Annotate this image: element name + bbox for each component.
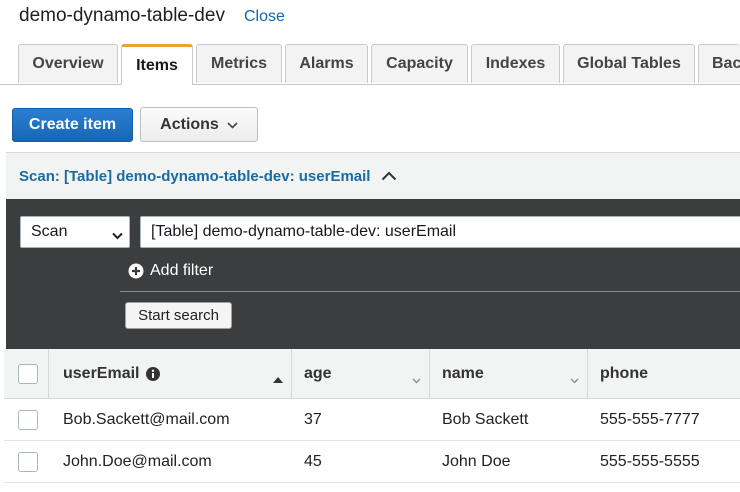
row-checkbox[interactable] xyxy=(18,409,38,430)
column-header-age[interactable]: age xyxy=(304,349,429,398)
table-header-row: userEmail age name phone xyxy=(4,349,740,399)
tab-metrics[interactable]: Metrics xyxy=(196,44,282,83)
chevron-up-icon xyxy=(381,171,397,181)
tab-capacity[interactable]: Capacity xyxy=(371,44,468,83)
actions-button[interactable]: Actions xyxy=(140,107,258,142)
scan-target-value: [Table] demo-dynamo-table-dev: userEmail xyxy=(151,223,457,240)
tab-items[interactable]: Items xyxy=(121,44,193,85)
cell-useremail[interactable]: Bob.Sackett@mail.com xyxy=(63,399,291,440)
scan-title: Scan: [Table] demo-dynamo-table-dev: use… xyxy=(19,167,371,185)
create-item-label: Create item xyxy=(28,116,117,133)
close-link[interactable]: Close xyxy=(244,8,285,26)
chevron-down-icon xyxy=(112,227,123,245)
tab-bar: Overview Items Metrics Alarms Capacity I… xyxy=(0,44,740,85)
column-divider xyxy=(291,349,292,399)
select-all-checkbox[interactable] xyxy=(18,363,38,384)
table-row[interactable]: Bob.Sackett@mail.com 37 Bob Sackett 555-… xyxy=(4,399,740,441)
row-checkbox[interactable] xyxy=(18,451,38,472)
cell-phone: 555-555-5555 xyxy=(600,452,700,470)
column-header-name[interactable]: name xyxy=(442,349,587,398)
info-icon[interactable] xyxy=(146,366,161,381)
scan-target-select[interactable]: [Table] demo-dynamo-table-dev: userEmail xyxy=(140,216,740,248)
select-all-cell xyxy=(18,349,42,398)
start-search-button[interactable]: Start search xyxy=(125,302,232,329)
sort-chevron-icon xyxy=(412,371,421,389)
chevron-down-icon xyxy=(227,116,238,134)
cell-age: 37 xyxy=(304,410,322,428)
sort-chevron-icon xyxy=(570,371,579,389)
column-header-phone[interactable]: phone xyxy=(600,349,740,398)
table-row[interactable]: John.Doe@mail.com 45 John Doe 555-555-55… xyxy=(4,441,740,483)
start-search-label: Start search xyxy=(138,307,219,324)
actions-label: Actions xyxy=(160,115,219,133)
column-label-phone: phone xyxy=(600,364,648,382)
add-filter-label: Add filter xyxy=(150,262,214,279)
scan-divider xyxy=(120,291,740,292)
column-divider xyxy=(429,349,430,399)
add-filter-button[interactable]: Add filter xyxy=(128,260,213,282)
cell-phone: 555-555-7777 xyxy=(600,410,700,428)
tab-indexes[interactable]: Indexes xyxy=(471,44,560,83)
tab-backups[interactable]: Bac xyxy=(698,44,740,83)
column-divider xyxy=(587,349,588,399)
cell-age: 45 xyxy=(304,452,322,470)
column-label-useremail: userEmail xyxy=(63,364,140,382)
results-table: userEmail age name phone Bob.Sackett@mai… xyxy=(4,349,740,483)
scan-mode-value: Scan xyxy=(31,223,68,240)
create-item-button[interactable]: Create item xyxy=(12,108,133,142)
sort-ascending-icon xyxy=(273,370,283,388)
row-select-cell xyxy=(18,399,42,440)
cell-useremail[interactable]: John.Doe@mail.com xyxy=(63,441,291,482)
tab-alarms[interactable]: Alarms xyxy=(285,44,368,83)
column-label-name: name xyxy=(442,364,484,382)
column-divider xyxy=(48,349,49,399)
plus-circle-icon xyxy=(128,263,144,279)
row-select-cell xyxy=(18,441,42,482)
column-header-useremail[interactable]: userEmail xyxy=(63,349,291,398)
scan-mode-select[interactable]: Scan xyxy=(20,216,130,248)
tab-overview[interactable]: Overview xyxy=(18,44,118,83)
table-header: demo-dynamo-table-dev Close xyxy=(19,5,285,29)
tab-global-tables[interactable]: Global Tables xyxy=(563,44,695,83)
scan-section-header[interactable]: Scan: [Table] demo-dynamo-table-dev: use… xyxy=(6,152,740,199)
table-name: demo-dynamo-table-dev xyxy=(19,5,225,26)
cell-name: Bob Sackett xyxy=(442,410,529,428)
column-label-age: age xyxy=(304,364,332,382)
cell-name: John Doe xyxy=(442,452,511,470)
